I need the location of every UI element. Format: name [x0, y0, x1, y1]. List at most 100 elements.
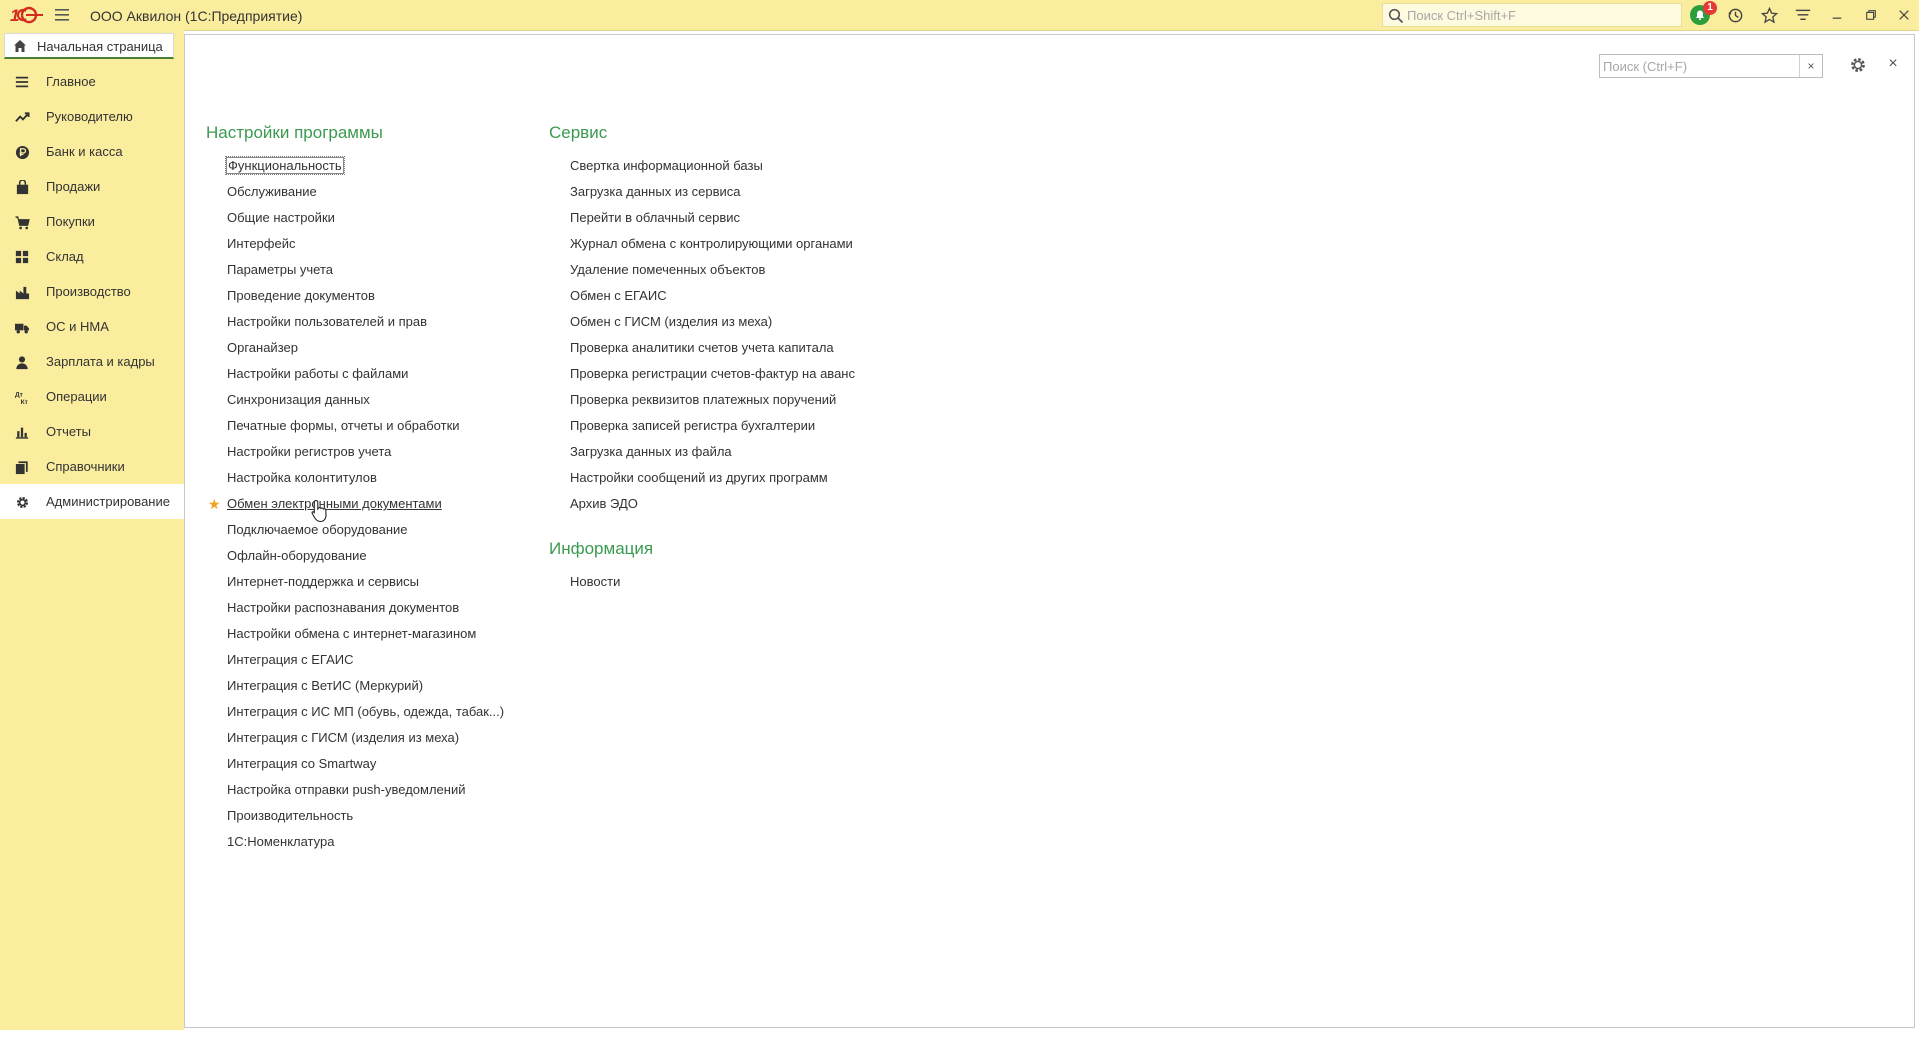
favorites-star-icon[interactable]	[1758, 5, 1780, 25]
app-title: ООО Аквилон (1С:Предприятие)	[90, 8, 303, 24]
settings-link[interactable]: Интеграция с ГИСМ (изделия из меха)	[206, 725, 505, 751]
settings-link[interactable]: Интеграция с ВетИС (Меркурий)	[206, 673, 505, 699]
service-link[interactable]: Настройки сообщений из других программ	[549, 465, 856, 491]
sidebar-item-manager[interactable]: Руководителю	[0, 99, 184, 134]
settings-link[interactable]: Подключаемое оборудование	[206, 517, 505, 543]
bar-chart-icon	[14, 424, 30, 440]
service-link[interactable]: Перейти в облачный сервис	[549, 205, 856, 231]
global-search-input[interactable]	[1407, 6, 1672, 24]
sidebar-item-operations[interactable]: Дт Кт Операции	[0, 379, 184, 414]
sidebar-item-purchases[interactable]: Покупки	[0, 204, 184, 239]
section-title-service: Сервис	[549, 123, 608, 142]
settings-link-edo-exchange[interactable]: ★ Обмен электронными документами	[206, 491, 505, 517]
cart-icon	[14, 214, 30, 230]
settings-link[interactable]: Настройки пользователей и прав	[206, 309, 505, 335]
settings-link[interactable]: Настройки обмена с интернет-магазином	[206, 621, 505, 647]
settings-link[interactable]: 1С:Номенклатура	[206, 829, 505, 855]
link-label: Проверка реквизитов платежных поручений	[570, 392, 837, 407]
panel-search-box[interactable]: ×	[1599, 54, 1823, 78]
service-link[interactable]: Свертка информационной базы	[549, 153, 856, 179]
service-link[interactable]: Проверка реквизитов платежных поручений	[549, 387, 856, 413]
settings-link[interactable]: Параметры учета	[206, 257, 505, 283]
sidebar-item-production[interactable]: Производство	[0, 274, 184, 309]
settings-link-functionality[interactable]: Функциональность	[206, 153, 505, 179]
settings-link[interactable]: Производительность	[206, 803, 505, 829]
settings-link[interactable]: Офлайн-оборудование	[206, 543, 505, 569]
service-link[interactable]: Загрузка данных из файла	[549, 439, 856, 465]
clear-search-button[interactable]: ×	[1799, 55, 1822, 77]
link-label: Архив ЭДО	[570, 496, 638, 511]
sidebar-item-administration[interactable]: Администрирование	[0, 484, 184, 519]
settings-link[interactable]: Печатные формы, отчеты и обработки	[206, 413, 505, 439]
settings-link[interactable]: Интеграция с ИС МП (обувь, одежда, табак…	[206, 699, 505, 725]
settings-link[interactable]: Органайзер	[206, 335, 505, 361]
sidebar-item-salary[interactable]: Зарплата и кадры	[0, 344, 184, 379]
sidebar-item-directories[interactable]: Справочники	[0, 449, 184, 484]
settings-link[interactable]: Проведение документов	[206, 283, 505, 309]
sidebar-item-label: Склад	[46, 249, 84, 264]
sidebar-item-label: Банк и касса	[46, 144, 123, 159]
sidebar-item-label: Производство	[46, 284, 131, 299]
main-menu-icon[interactable]	[54, 7, 70, 23]
sidebar-item-assets[interactable]: ОС и НМА	[0, 309, 184, 344]
settings-link[interactable]: Интеграция с ЕГАИС	[206, 647, 505, 673]
mouse-cursor-icon	[311, 499, 329, 523]
link-label: Настройки регистров учета	[227, 444, 392, 459]
sidebar-item-bank[interactable]: Банк и касса	[0, 134, 184, 169]
1c-logo-icon[interactable]: 1	[10, 5, 44, 25]
favorite-star-icon[interactable]: ★	[208, 491, 221, 517]
settings-link[interactable]: Настройка колонтитулов	[206, 465, 505, 491]
settings-link[interactable]: Настройки работы с файлами	[206, 361, 505, 387]
link-label: Обмен с ЕГАИС	[570, 288, 667, 303]
panel-settings-gear-icon[interactable]	[1849, 56, 1867, 74]
link-label: Офлайн-оборудование	[227, 548, 367, 563]
settings-link[interactable]: Интерфейс	[206, 231, 505, 257]
gear-icon	[14, 494, 30, 510]
settings-link[interactable]: Настройка отправки push-уведомлений	[206, 777, 505, 803]
service-link[interactable]: Обмен с ЕГАИС	[549, 283, 856, 309]
settings-link[interactable]: Обслуживание	[206, 179, 505, 205]
link-label: Подключаемое оборудование	[227, 522, 408, 537]
restore-window-icon[interactable]	[1860, 5, 1882, 25]
link-label: Печатные формы, отчеты и обработки	[227, 418, 460, 433]
settings-link[interactable]: Настройки распознавания документов	[206, 595, 505, 621]
link-label: Перейти в облачный сервис	[570, 210, 741, 225]
settings-link[interactable]: Интеграция со Smartway	[206, 751, 505, 777]
service-link[interactable]: Загрузка данных из сервиса	[549, 179, 856, 205]
service-link[interactable]: Удаление помеченных объектов	[549, 257, 856, 283]
settings-link[interactable]: Общие настройки	[206, 205, 505, 231]
settings-link[interactable]: Настройки регистров учета	[206, 439, 505, 465]
link-label: Синхронизация данных	[227, 392, 370, 407]
service-link[interactable]: Обмен с ГИСМ (изделия из меха)	[549, 309, 856, 335]
service-link[interactable]: Проверка аналитики счетов учета капитала	[549, 335, 856, 361]
service-link[interactable]: Журнал обмена с контролирующими органами	[549, 231, 856, 257]
link-label: Проверка записей регистра бухгалтерии	[570, 418, 816, 433]
global-search-box[interactable]	[1382, 3, 1682, 27]
service-link[interactable]: Проверка записей регистра бухгалтерии	[549, 413, 856, 439]
svg-text:Дт: Дт	[15, 391, 24, 398]
sidebar-item-main[interactable]: Главное	[0, 64, 184, 99]
settings-link[interactable]: Интернет-поддержка и сервисы	[206, 569, 505, 595]
service-link[interactable]: Архив ЭДО	[549, 491, 856, 517]
link-label: Органайзер	[227, 340, 298, 355]
sidebar-item-sales[interactable]: Продажи	[0, 169, 184, 204]
panel-search-input[interactable]	[1603, 57, 1793, 75]
notifications-button[interactable]: 1	[1689, 1, 1717, 25]
service-column: Сервис Свертка информационной базы Загру…	[549, 123, 856, 595]
service-link[interactable]: Проверка регистрации счетов-фактур на ав…	[549, 361, 856, 387]
settings-column: Настройки программы Функциональность Обс…	[206, 123, 505, 855]
link-label: Интеграция с ИС МП (обувь, одежда, табак…	[227, 704, 505, 719]
close-window-icon[interactable]	[1893, 5, 1915, 25]
settings-link[interactable]: Синхронизация данных	[206, 387, 505, 413]
close-panel-button[interactable]: ×	[1884, 55, 1902, 73]
sidebar-item-warehouse[interactable]: Склад	[0, 239, 184, 274]
minimize-icon[interactable]	[1826, 5, 1848, 25]
svg-text:Кт: Кт	[20, 399, 28, 405]
info-link-news[interactable]: Новости	[549, 569, 856, 595]
history-icon[interactable]	[1724, 5, 1746, 25]
sidebar-item-reports[interactable]: Отчеты	[0, 414, 184, 449]
link-label: Настройки работы с файлами	[227, 366, 409, 381]
tab-home-page[interactable]: Начальная страница	[4, 33, 174, 59]
bag-icon	[14, 179, 30, 195]
functions-menu-icon[interactable]	[1792, 5, 1814, 25]
